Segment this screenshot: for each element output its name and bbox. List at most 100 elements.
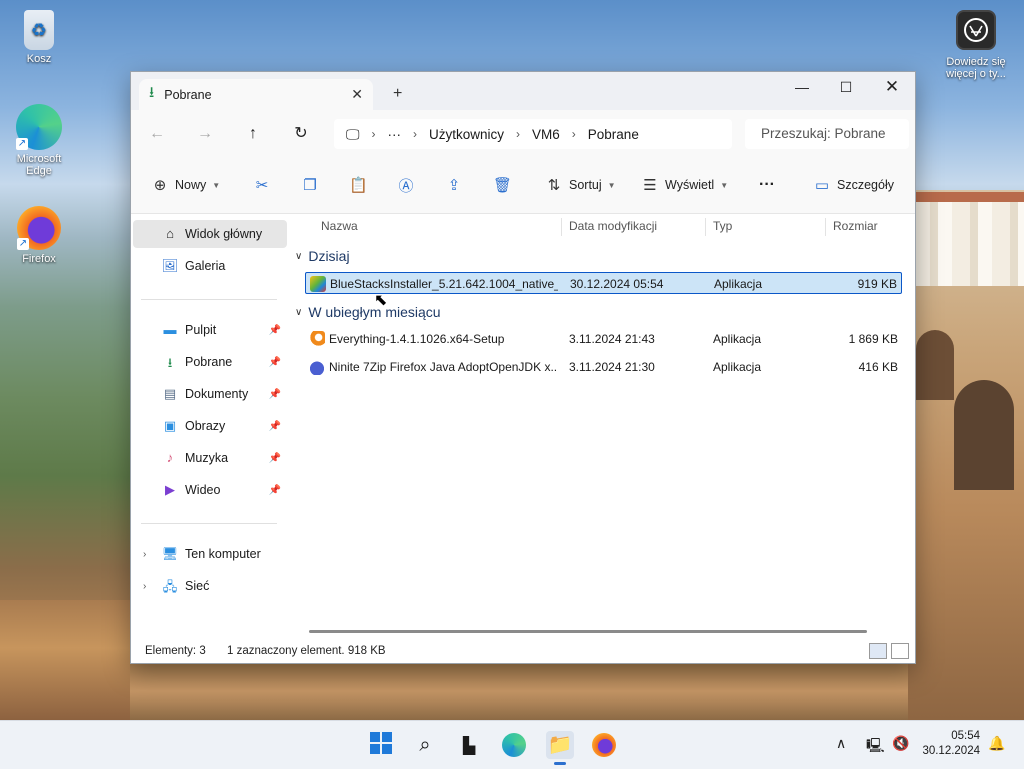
tiles-view-icon[interactable] (891, 643, 909, 659)
notifications-bell-icon[interactable]: 🔔 (988, 735, 1005, 752)
column-separator[interactable] (561, 218, 562, 236)
taskbar-file-explorer[interactable]: 📁 (546, 731, 574, 765)
paste-button[interactable]: 📋 (349, 172, 373, 198)
learn-more-widget[interactable]: Dowiedz się więcej o ty... (936, 10, 1016, 80)
search-button[interactable]: ⌕ (411, 731, 439, 759)
chevron-down-icon: ∨ (295, 250, 303, 262)
pin-icon[interactable]: 📌 (269, 389, 281, 400)
sidebar-item-home[interactable]: ⌂ Widok główny (133, 220, 287, 248)
refresh-button[interactable]: ↻ (289, 122, 313, 146)
sidebar-item-gallery[interactable]: 🖼 Galeria (133, 252, 287, 280)
column-header-date[interactable]: Data modyfikacji (569, 214, 657, 240)
video-icon: ▶ (165, 482, 175, 497)
windows-logo-icon (370, 732, 392, 754)
clock-date: 30.12.2024 (922, 745, 980, 757)
pin-icon[interactable]: 📌 (269, 485, 281, 496)
address-bar[interactable]: 🖵 › ··· › Użytkownicy › VM6 › Pobrane (334, 119, 732, 149)
up-button[interactable]: ↑ (241, 122, 265, 146)
new-tab-button[interactable]: + (393, 85, 402, 103)
clock[interactable]: 05:54 30.12.2024 (922, 729, 980, 759)
sidebar-item-this-pc[interactable]: › 🖥 Ten komputer (133, 540, 287, 568)
sort-button[interactable]: ⇅ Sortuj ▼ (545, 172, 616, 198)
desktop-wallpaper-arch-small (916, 330, 954, 400)
sidebar-item-label: Pulpit (185, 323, 217, 337)
task-view-button[interactable]: ▙ (455, 731, 483, 759)
breadcrumb-vm6[interactable]: VM6 (532, 127, 560, 142)
search-input[interactable]: Przeszukaj: Pobrane (745, 119, 909, 149)
expand-chevron-icon[interactable]: › (143, 549, 146, 560)
desktop-icon-recycle-bin[interactable]: ♻ Kosz (3, 10, 75, 65)
sidebar-item-network[interactable]: › 🖧 Sieć (133, 572, 287, 600)
delete-button[interactable]: 🗑 (493, 172, 517, 198)
clipboard-icon: 📋 (349, 177, 368, 194)
file-size: 416 KB (858, 360, 898, 374)
column-header-type[interactable]: Typ (713, 214, 732, 240)
view-button[interactable]: ☰ Wyświetl ▼ (641, 172, 728, 198)
file-row[interactable]: Ninite 7Zip Firefox Java AdoptOpenJDK x.… (305, 356, 902, 378)
sidebar-item-obrazy[interactable]: ▣ Obrazy 📌 (133, 412, 287, 440)
edge-icon: ↗ (16, 104, 62, 150)
horizontal-scrollbar[interactable] (309, 630, 867, 633)
volume-muted-icon[interactable]: 🔇 (892, 735, 909, 752)
forward-button[interactable]: → (193, 122, 217, 146)
selection-info: 1 zaznaczony element. 918 KB (227, 645, 386, 657)
network-status-icon[interactable]: 🖳 (866, 735, 885, 759)
cut-button[interactable]: ✂ (253, 172, 277, 198)
sidebar-item-label: Ten komputer (185, 547, 261, 561)
chevron-down-icon: ▼ (720, 180, 729, 190)
desktop-icon-label: Firefox (22, 253, 56, 265)
minimize-button[interactable]: — (779, 72, 825, 102)
taskbar-edge[interactable] (500, 731, 528, 759)
copy-button[interactable]: ❐ (301, 172, 325, 198)
column-header-name[interactable]: Nazwa (321, 214, 358, 240)
share-button[interactable]: ⇪ (445, 172, 469, 198)
details-view-icon[interactable] (869, 643, 887, 659)
desktop-wallpaper-houses (912, 196, 1024, 286)
sidebar-item-wideo[interactable]: ▶ Wideo 📌 (133, 476, 287, 504)
sidebar-item-label: Dokumenty (185, 387, 249, 401)
back-button[interactable]: ← (145, 122, 169, 146)
pin-icon[interactable]: 📌 (269, 357, 281, 368)
breadcrumb-pobrane[interactable]: Pobrane (588, 127, 639, 142)
more-options-button[interactable]: ··· (759, 172, 775, 198)
scissors-icon: ✂ (255, 177, 269, 194)
taskbar-firefox[interactable] (590, 731, 618, 759)
close-window-button[interactable]: ✕ (869, 72, 915, 102)
group-header-today[interactable]: ∨ Dzisiaj (295, 248, 350, 264)
details-pane-button[interactable]: ▭ Szczegóły (813, 172, 894, 198)
shortcut-arrow-icon: ↗ (16, 138, 28, 150)
sidebar-item-label: Widok główny (185, 227, 263, 241)
pin-icon[interactable]: 📌 (269, 325, 281, 336)
chevron-down-icon: ▼ (607, 180, 616, 190)
group-header-last-month[interactable]: ∨ W ubiegłym miesiącu (295, 304, 441, 320)
tab-pobrane[interactable]: ⭳ Pobrane ✕ (139, 79, 373, 110)
file-row[interactable]: BlueStacksInstaller_5.21.642.1004_native… (305, 272, 902, 294)
sidebar-item-pobrane[interactable]: ⭳ Pobrane 📌 (133, 348, 287, 376)
rename-button[interactable]: Ⓐ (397, 172, 421, 198)
breadcrumb-overflow[interactable]: ··· (388, 127, 402, 142)
show-hidden-icons-button[interactable]: ∧ (836, 735, 846, 752)
sidebar-item-dokumenty[interactable]: ▤ Dokumenty 📌 (133, 380, 287, 408)
start-button[interactable] (367, 731, 395, 759)
expand-chevron-icon[interactable]: › (143, 581, 146, 592)
sidebar-item-muzyka[interactable]: ♪ Muzyka 📌 (133, 444, 287, 472)
maximize-button[interactable]: ☐ (823, 72, 869, 102)
sidebar-item-label: Galeria (185, 259, 226, 273)
column-separator[interactable] (825, 218, 826, 236)
pin-icon[interactable]: 📌 (269, 453, 281, 464)
desktop-icon-edge[interactable]: ↗ Microsoft Edge (3, 104, 75, 177)
details-pane-icon: ▭ (814, 177, 830, 194)
column-separator[interactable] (705, 218, 706, 236)
chevron-down-icon: ∨ (295, 306, 303, 318)
task-view-icon: ▙ (462, 738, 476, 755)
close-tab-icon[interactable]: ✕ (351, 86, 363, 103)
sort-button-label: Sortuj (569, 178, 602, 192)
new-button[interactable]: ⊕ Nowy ▼ (151, 172, 220, 198)
sidebar-item-pulpit[interactable]: ▬ Pulpit 📌 (133, 316, 287, 344)
desktop-icon-firefox[interactable]: ↗ Firefox (3, 206, 75, 265)
file-row[interactable]: Everything-1.4.1.1026.x64-Setup 3.11.202… (305, 328, 902, 350)
breadcrumb-uzytkownicy[interactable]: Użytkownicy (429, 127, 504, 142)
home-icon: ⌂ (166, 226, 174, 241)
pin-icon[interactable]: 📌 (269, 421, 281, 432)
column-header-size[interactable]: Rozmiar (833, 214, 878, 240)
